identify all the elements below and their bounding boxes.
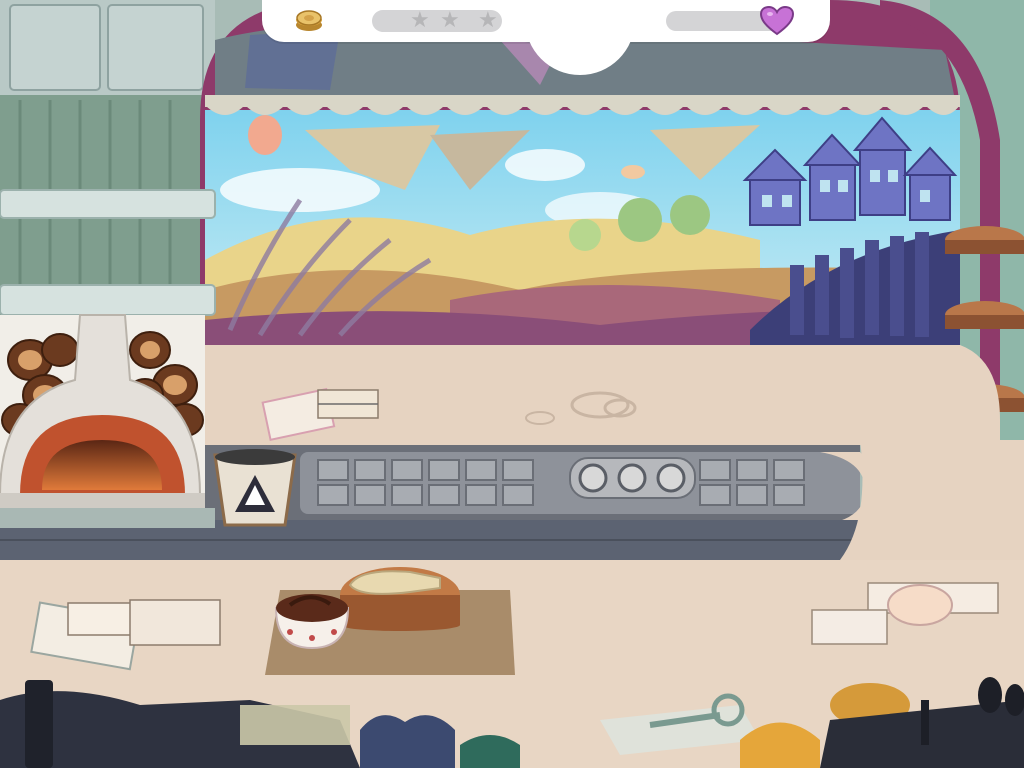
star-icon: ★ bbox=[440, 8, 460, 33]
coin-stack-icon bbox=[296, 10, 322, 31]
recycle-bin bbox=[213, 449, 297, 527]
star-icon: ★ bbox=[410, 8, 430, 33]
star-icon: ★ bbox=[478, 8, 498, 33]
heart-icon bbox=[760, 6, 794, 36]
bakery-scene bbox=[0, 0, 1024, 768]
